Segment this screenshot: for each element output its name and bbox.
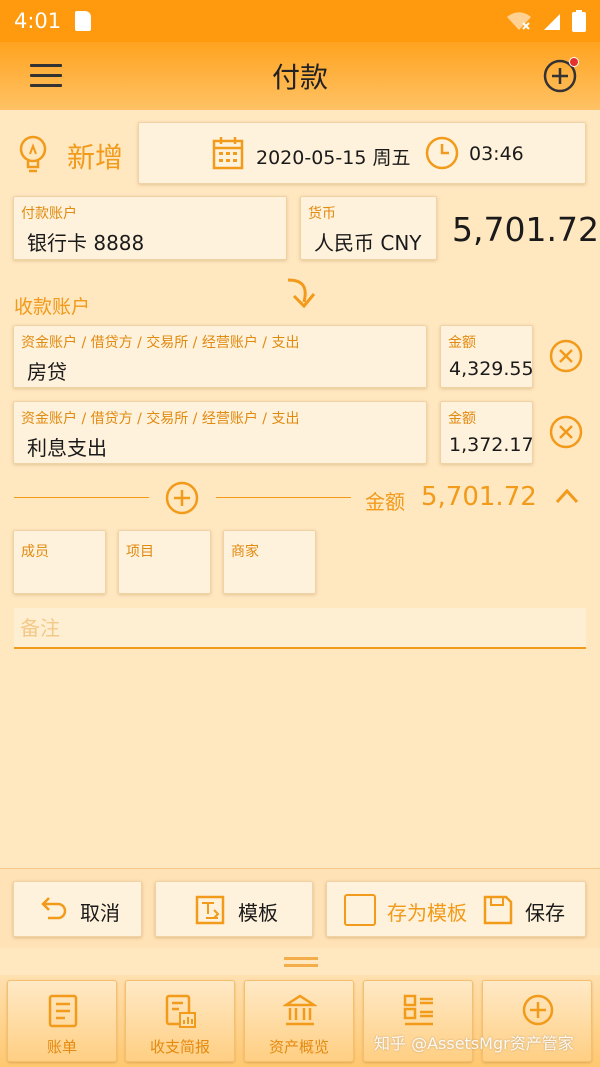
datetime-picker[interactable]: 2020-05-15 周五 03:46 xyxy=(138,122,586,184)
receive-account-field[interactable]: 资金账户 / 借贷方 / 交易所 / 经营账户 / 支出 利息支出 xyxy=(13,401,427,464)
receive-amount-label: 金额 xyxy=(448,335,476,351)
add-circle-icon[interactable] xyxy=(165,481,199,515)
status-bar: 4:01 xyxy=(0,0,600,42)
member-field[interactable]: 成员 xyxy=(13,530,106,594)
cancel-button[interactable]: 取消 xyxy=(13,881,142,937)
merchant-label: 商家 xyxy=(231,544,259,560)
nav-bills-label: 账单 xyxy=(46,1038,77,1056)
receive-account-value: 房贷 xyxy=(27,360,67,384)
nav-bills[interactable]: 账单 xyxy=(7,980,117,1062)
lightbulb-icon xyxy=(19,135,47,173)
project-label: 项目 xyxy=(126,544,154,560)
bill-icon xyxy=(48,994,78,1028)
save-button[interactable]: 存为模板 保存 xyxy=(326,881,586,937)
calendar-icon xyxy=(212,137,244,170)
bank-icon xyxy=(283,994,317,1026)
receive-account-value: 利息支出 xyxy=(27,436,107,460)
grid-list-icon xyxy=(403,994,433,1026)
total-label: 金额 xyxy=(365,490,405,514)
battery-icon xyxy=(572,10,586,32)
signal-icon xyxy=(544,14,560,30)
bottom-nav: 账单 收支简报 资产概览 知乎 @AssetsMgr资产管家 xyxy=(0,975,600,1067)
nav-assets-label: 资产概览 xyxy=(268,1038,329,1056)
divider-right xyxy=(216,497,351,498)
note-input[interactable] xyxy=(14,608,586,647)
payment-account-value: 银行卡 8888 xyxy=(27,231,145,255)
app-bar: 付款 xyxy=(0,42,600,110)
wifi-icon xyxy=(507,12,531,30)
save-as-template-label[interactable]: 存为模板 xyxy=(387,897,467,926)
merchant-field[interactable]: 商家 xyxy=(223,530,316,594)
menu-icon[interactable] xyxy=(30,64,62,88)
payment-account-label: 付款账户 xyxy=(21,206,77,222)
nav-report[interactable]: 收支简报 xyxy=(125,980,235,1062)
clock-icon xyxy=(425,136,459,170)
divider-left xyxy=(14,497,149,498)
save-label: 保存 xyxy=(525,901,565,925)
sd-card-icon xyxy=(75,11,92,31)
time-value[interactable]: 03:46 xyxy=(469,143,524,165)
payment-account-field[interactable]: 付款账户 银行卡 8888 xyxy=(13,196,287,260)
receive-amount-value: 4,329.55 xyxy=(449,358,534,380)
receive-account-path: 资金账户 / 借贷方 / 交易所 / 经营账户 / 支出 xyxy=(21,411,300,427)
payment-amount[interactable]: 5,701.72 xyxy=(452,210,599,249)
report-icon xyxy=(165,994,196,1028)
drag-handle[interactable] xyxy=(284,957,318,969)
project-field[interactable]: 项目 xyxy=(118,530,211,594)
curved-arrow-down-icon xyxy=(287,278,316,309)
total-row: 金额 5,701.72 xyxy=(14,478,586,518)
currency-label: 货币 xyxy=(308,206,336,222)
total-value: 5,701.72 xyxy=(421,482,537,512)
nav-report-label: 收支简报 xyxy=(149,1038,210,1056)
remove-circle-icon[interactable] xyxy=(548,338,584,374)
mode-label: 新增 xyxy=(67,141,124,174)
save-icon xyxy=(483,895,513,925)
member-label: 成员 xyxy=(21,544,49,560)
notification-dot xyxy=(569,57,579,67)
add-circle-icon xyxy=(522,994,554,1026)
receive-account-label: 收款账户 xyxy=(14,296,91,318)
template-label: 模板 xyxy=(238,901,278,925)
action-bar: 取消 模板 存为模板 保存 xyxy=(0,868,600,948)
cancel-label: 取消 xyxy=(80,901,120,925)
chevron-up-icon[interactable] xyxy=(555,488,579,504)
receive-account-path: 资金账户 / 借贷方 / 交易所 / 经营账户 / 支出 xyxy=(21,335,300,351)
remove-circle-icon[interactable] xyxy=(548,414,584,450)
status-icons xyxy=(506,10,586,32)
status-time: 4:01 xyxy=(14,9,62,33)
nav-assets[interactable]: 资产概览 xyxy=(244,980,354,1062)
receive-amount-field[interactable]: 金额 4,329.55 xyxy=(440,325,534,388)
mode-row: 新增 2020-05-15 周五 03:46 xyxy=(14,122,586,185)
currency-field[interactable]: 货币 人民币 CNY xyxy=(300,196,437,260)
page-title: 付款 xyxy=(271,61,328,94)
undo-arrow-icon xyxy=(41,897,67,920)
receive-amount-value: 1,372.17 xyxy=(449,434,534,456)
note-field[interactable] xyxy=(14,608,586,649)
receive-amount-label: 金额 xyxy=(448,411,476,427)
checkbox-icon[interactable] xyxy=(344,894,376,926)
date-value[interactable]: 2020-05-15 周五 xyxy=(256,143,410,170)
template-button[interactable]: 模板 xyxy=(155,881,313,937)
currency-value: 人民币 CNY xyxy=(314,231,422,255)
watermark: 知乎 @AssetsMgr资产管家 xyxy=(374,1034,574,1053)
add-record-button[interactable] xyxy=(543,57,579,93)
receive-amount-field[interactable]: 金额 1,372.17 xyxy=(440,401,534,464)
receive-account-field[interactable]: 资金账户 / 借贷方 / 交易所 / 经营账户 / 支出 房贷 xyxy=(13,325,427,388)
template-icon xyxy=(195,895,225,925)
